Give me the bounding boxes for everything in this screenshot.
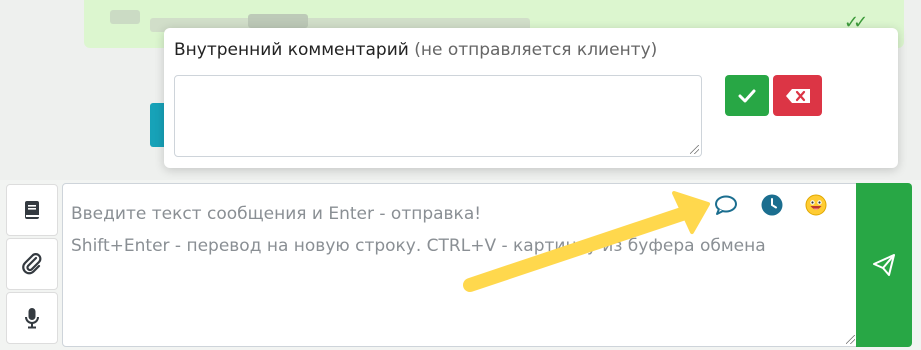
- cancel-comment-button[interactable]: [773, 75, 822, 116]
- internal-comment-popup: Внутренний комментарий (не отправляется …: [164, 28, 898, 168]
- comment-icon[interactable]: [714, 194, 738, 220]
- voice-record-button[interactable]: [6, 292, 58, 344]
- paper-plane-icon: [873, 254, 895, 276]
- confirm-comment-button[interactable]: [725, 75, 769, 116]
- resize-handle-icon[interactable]: [690, 145, 699, 154]
- popup-title-main: Внутренний комментарий: [174, 40, 409, 60]
- paperclip-icon: [22, 253, 42, 275]
- microphone-icon: [25, 308, 39, 329]
- blurred-text: [248, 14, 308, 28]
- message-input[interactable]: Введите текст сообщения и Enter - отправ…: [62, 183, 858, 347]
- templates-button[interactable]: [6, 184, 58, 236]
- popup-title-sub: (не отправляется клиенту): [414, 40, 658, 60]
- backspace-icon: [785, 88, 810, 103]
- attach-file-button[interactable]: [6, 238, 58, 290]
- message-placeholder: Введите текст сообщения и Enter - отправ…: [71, 204, 766, 256]
- blurred-text: [110, 10, 140, 24]
- book-icon: [25, 201, 39, 219]
- resize-handle-icon[interactable]: [846, 335, 855, 344]
- clock-icon[interactable]: [761, 194, 783, 220]
- emoji-icon[interactable]: [805, 194, 827, 220]
- comment-textarea[interactable]: [174, 75, 702, 157]
- send-button[interactable]: [856, 183, 912, 347]
- popup-title: Внутренний комментарий (не отправляется …: [174, 40, 657, 60]
- check-icon: [738, 89, 756, 102]
